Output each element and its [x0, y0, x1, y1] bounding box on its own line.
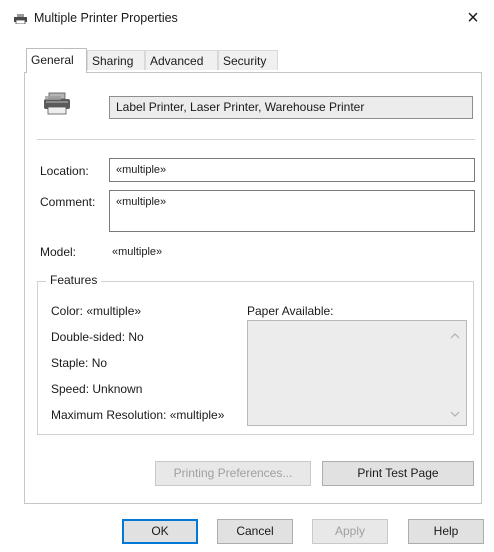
- paper-available-label: Paper Available:: [247, 304, 334, 318]
- close-button[interactable]: ×: [452, 2, 494, 34]
- comment-label: Comment:: [40, 195, 96, 209]
- staple-info: Staple: No: [51, 356, 108, 370]
- comment-field[interactable]: «multiple»: [109, 190, 475, 232]
- tab-general[interactable]: General: [26, 48, 87, 73]
- tab-advanced[interactable]: Advanced: [145, 50, 218, 70]
- location-label: Location:: [40, 164, 89, 178]
- double-sided-info: Double-sided: No: [51, 330, 144, 344]
- separator: [37, 139, 475, 140]
- printer-properties-dialog: Multiple Printer Properties × General Sh…: [0, 0, 494, 552]
- features-title: Features: [46, 273, 102, 287]
- print-test-page-button[interactable]: Print Test Page: [322, 461, 474, 486]
- color-info: Color: «multiple»: [51, 304, 142, 318]
- tab-sharing[interactable]: Sharing: [87, 50, 145, 70]
- model-label: Model:: [40, 245, 77, 259]
- speed-info: Speed: Unknown: [51, 382, 143, 396]
- printer-names-field: Label Printer, Laser Printer, Warehouse …: [109, 96, 473, 119]
- chevron-up-icon[interactable]: [450, 329, 460, 339]
- apply-button[interactable]: Apply: [312, 519, 388, 544]
- title-bar[interactable]: Multiple Printer Properties ×: [0, 0, 494, 34]
- paper-available-list[interactable]: [247, 320, 467, 426]
- printing-preferences-button[interactable]: Printing Preferences...: [155, 461, 311, 486]
- printer-icon: [14, 13, 27, 25]
- close-icon: ×: [467, 6, 479, 29]
- ok-button[interactable]: OK: [122, 519, 198, 544]
- window-title: Multiple Printer Properties: [34, 11, 178, 25]
- help-button[interactable]: Help: [408, 519, 484, 544]
- tab-security[interactable]: Security: [218, 50, 278, 70]
- chevron-down-icon[interactable]: [450, 407, 460, 417]
- model-value: «multiple»: [112, 246, 163, 258]
- printer-stack-icon: [42, 91, 72, 117]
- location-field[interactable]: «multiple»: [109, 158, 475, 182]
- max-resolution-info: Maximum Resolution: «multiple»: [51, 408, 225, 422]
- cancel-button[interactable]: Cancel: [217, 519, 293, 544]
